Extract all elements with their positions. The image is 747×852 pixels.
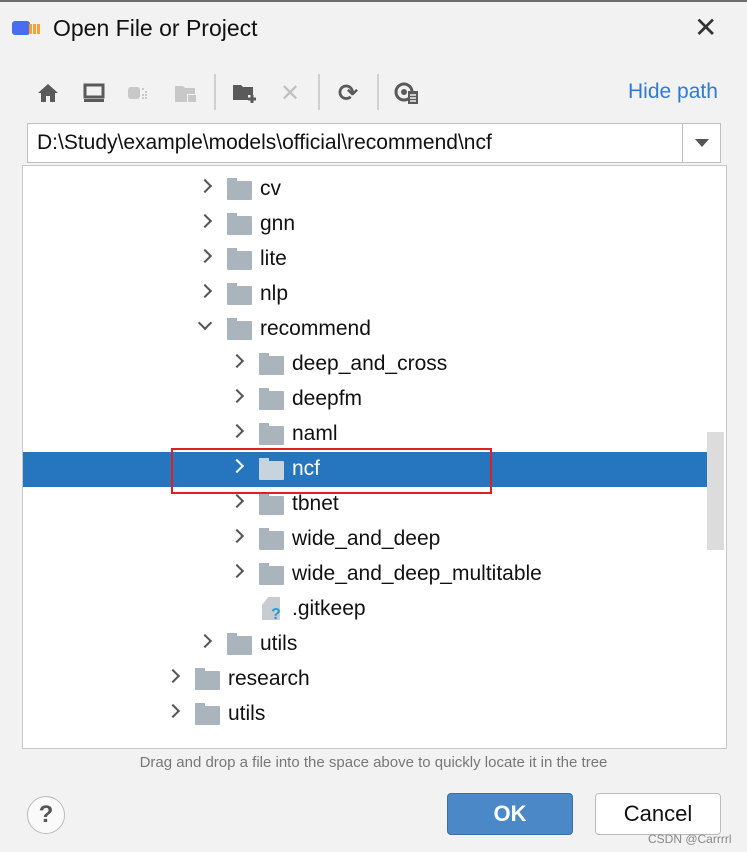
chevron-right-icon[interactable] (229, 528, 245, 544)
tree-row-label: gnn (260, 212, 296, 235)
chevron-right-icon[interactable] (165, 703, 181, 719)
folder-icon (259, 423, 284, 445)
tree-row[interactable]: ? .gitkeep (23, 592, 708, 627)
chevron-right-icon[interactable] (197, 248, 213, 264)
hide-path-link[interactable]: Hide path (628, 80, 718, 104)
help-button[interactable]: ? (27, 796, 65, 834)
chevron-right-icon[interactable] (165, 668, 181, 684)
tree-row[interactable]: deep_and_cross (23, 347, 708, 382)
folder-icon (259, 528, 284, 550)
highlight-annotation-box (171, 448, 492, 494)
chevron-right-icon[interactable] (229, 563, 245, 579)
close-icon[interactable]: ✕ (694, 14, 717, 42)
tree-row-label: tbnet (292, 492, 339, 515)
folder-icon (259, 563, 284, 585)
tree-row-label: naml (292, 422, 338, 445)
chevron-right-icon[interactable] (229, 493, 245, 509)
folder-icon (195, 668, 220, 690)
chevron-right-icon[interactable] (229, 388, 245, 404)
desktop-icon[interactable] (81, 80, 107, 106)
tree-row-label: cv (260, 177, 281, 200)
project-icon[interactable] (126, 80, 152, 106)
chevron-right-icon[interactable] (197, 633, 213, 649)
tree-row-label: wide_and_deep (292, 527, 441, 550)
toolbar-separator (214, 74, 216, 110)
tree-row-label: utils (228, 702, 266, 725)
toolbar-separator (318, 74, 320, 110)
new-folder-icon[interactable] (232, 80, 258, 106)
tree-row[interactable]: cv (23, 172, 708, 207)
tree-row[interactable]: naml (23, 417, 708, 452)
tree-row[interactable]: utils (23, 627, 708, 662)
tree-row[interactable]: wide_and_deep (23, 522, 708, 557)
folder-icon (227, 633, 252, 655)
tree-row[interactable]: utils (23, 697, 708, 732)
cancel-button[interactable]: Cancel (595, 793, 721, 835)
folder-icon (259, 493, 284, 515)
question-mark-icon: ? (271, 606, 281, 623)
ok-button[interactable]: OK (447, 793, 573, 835)
tree-row[interactable]: recommend (23, 312, 708, 347)
toolbar-separator (377, 74, 379, 110)
module-folder-icon[interactable] (173, 80, 199, 106)
chevron-down-icon (694, 139, 709, 147)
path-field (27, 123, 721, 163)
tree-row[interactable]: lite (23, 242, 708, 277)
watermark: CSDN @Carrrrl (648, 832, 732, 846)
tree-row-label: .gitkeep (292, 597, 366, 620)
tree-row[interactable]: wide_and_deep_multitable (23, 557, 708, 592)
tree-row[interactable]: gnn (23, 207, 708, 242)
tree-row-label: utils (260, 632, 298, 655)
drag-drop-hint: Drag and drop a file into the space abov… (139, 754, 608, 771)
dialog-title: Open File or Project (53, 15, 258, 41)
tree-row-label: lite (260, 247, 287, 270)
app-logo-icon (12, 21, 30, 35)
folder-icon (227, 283, 252, 305)
path-history-dropdown[interactable] (682, 124, 720, 162)
chevron-right-icon[interactable] (197, 178, 213, 194)
tree-row-label: research (228, 667, 310, 690)
folder-icon (259, 388, 284, 410)
chevron-down-icon[interactable] (197, 315, 213, 331)
show-hidden-icon[interactable] (393, 80, 419, 106)
chevron-right-icon[interactable] (197, 213, 213, 229)
folder-icon (227, 178, 252, 200)
tree-row[interactable]: nlp (23, 277, 708, 312)
chevron-right-icon[interactable] (197, 283, 213, 299)
tree-row[interactable]: deepfm (23, 382, 708, 417)
chevron-right-icon[interactable] (229, 423, 245, 439)
refresh-icon[interactable]: ⟳ (335, 80, 361, 107)
folder-icon (259, 353, 284, 375)
folder-icon (227, 318, 252, 340)
home-icon[interactable] (35, 80, 61, 106)
folder-icon (227, 248, 252, 270)
chevron-right-icon[interactable] (229, 353, 245, 369)
tree-row-label: deep_and_cross (292, 352, 448, 375)
tree-scrollbar-thumb[interactable] (707, 432, 724, 550)
tree-row-label: nlp (260, 282, 289, 305)
delete-icon[interactable]: ✕ (277, 80, 303, 107)
path-input[interactable] (28, 124, 682, 162)
tree-row-label: wide_and_deep_multitable (292, 562, 542, 585)
tree-row-label: recommend (260, 317, 371, 340)
tree-row-label: deepfm (292, 387, 363, 410)
tree-row[interactable]: research (23, 662, 708, 697)
app-logo-icon-accent (29, 24, 41, 34)
folder-icon (195, 703, 220, 725)
folder-icon (227, 213, 252, 235)
